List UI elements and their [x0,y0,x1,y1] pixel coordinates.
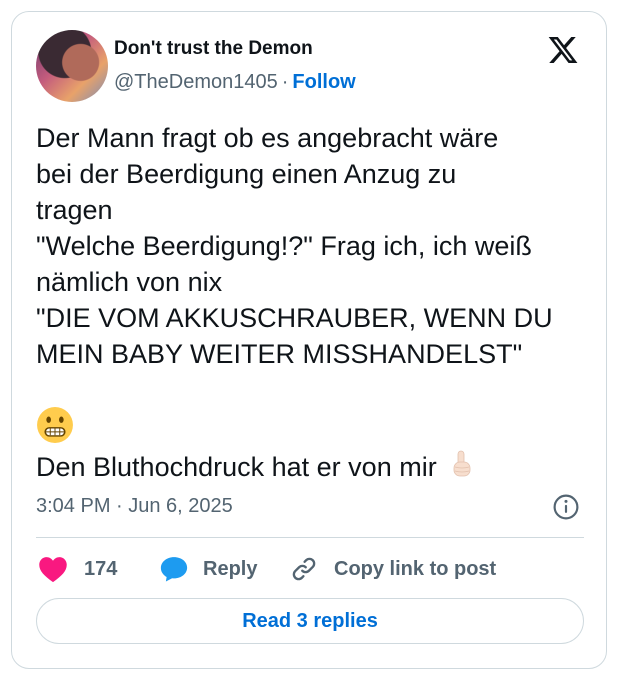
x-logo-icon[interactable] [546,34,580,66]
last-line-text: Den Bluthochdruck hat er von mir [36,452,437,482]
like-count: 174 [84,557,118,580]
divider [36,537,584,538]
index-pointing-up-icon [453,450,471,477]
reply-label: Reply [203,557,258,580]
copy-link-button[interactable]: Copy link to post [290,553,496,585]
reply-bubble-icon [160,557,188,582]
link-icon [292,557,316,581]
timestamp[interactable]: 3:04 PM · Jun 6, 2025 [36,495,233,518]
author-handle-line: @TheDemon1405 · Follow [114,71,356,94]
tweet-last-line: Den Bluthochdruck hat er von mir [36,448,477,483]
reply-button[interactable]: Reply [159,553,257,585]
avatar[interactable] [36,30,108,102]
read-replies-button[interactable]: Read 3 replies [36,598,584,644]
tweet-text: Der Mann fragt ob es angebracht wäre bei… [36,123,553,369]
like-button[interactable]: 174 [38,553,117,585]
follow-button[interactable]: Follow [292,71,355,93]
author-display-name[interactable]: Don't trust the Demon [114,38,313,60]
copy-link-label: Copy link to post [334,557,497,580]
author-handle[interactable]: @TheDemon1405 [114,71,278,93]
info-icon[interactable] [553,494,579,520]
action-bar: 174 Reply Copy link to post [36,553,584,585]
heart-icon [39,557,67,583]
separator-dot: · [281,71,289,93]
grimacing-face-icon [37,407,73,443]
